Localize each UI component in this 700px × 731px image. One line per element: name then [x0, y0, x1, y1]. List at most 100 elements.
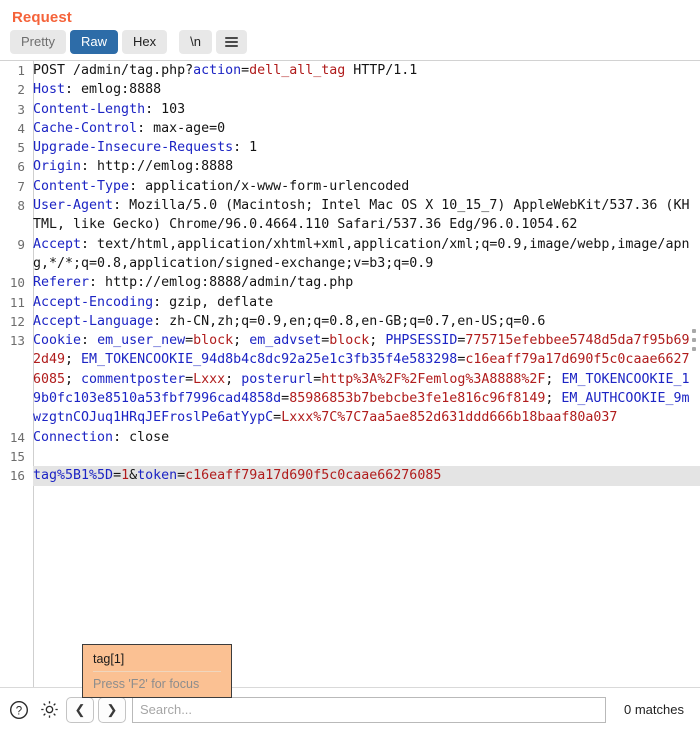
code-token: : http://emlog:8888/admin/tag.php: [89, 275, 354, 291]
code-line: 2 Host: emlog:8888: [0, 80, 700, 99]
code-token: =: [185, 333, 194, 349]
code-token: Upgrade-Insecure-Requests: [33, 140, 234, 156]
tooltip-divider: [93, 671, 221, 672]
code-token: ;: [65, 371, 82, 387]
line-number: 14: [9, 429, 25, 445]
tooltip-title: tag[1]: [93, 652, 125, 666]
code-line: 3 Content-Length: 103: [0, 100, 700, 119]
line-content[interactable]: Accept-Encoding: gzip, deflate: [33, 293, 700, 312]
line-number: 7: [17, 178, 25, 194]
code-token: 85986853b7bebcbe3fe1e816c96f8149: [289, 391, 546, 407]
code-token: POST /admin/tag.php?: [33, 63, 194, 78]
settings-button[interactable]: [36, 697, 62, 723]
code-token: : 1: [233, 140, 258, 156]
line-number: 12: [9, 313, 25, 329]
code-token: : Mozilla/5.0 (Macintosh; Intel Mac OS X…: [33, 198, 690, 233]
code-line: 5 Upgrade-Insecure-Requests: 1: [0, 138, 700, 157]
line-content[interactable]: tag%5B1%5D=1&token=c16eaff79a17d690f5c0c…: [33, 466, 700, 486]
parameter-tooltip: tag[1] Press 'F2' for focus: [82, 644, 232, 698]
line-content[interactable]: Content-Length: 103: [33, 100, 700, 119]
tab-menu-button[interactable]: [215, 30, 247, 54]
gear-icon: [40, 701, 58, 718]
code-token: em_advset: [249, 333, 322, 349]
line-content[interactable]: Connection: close: [33, 428, 700, 447]
code-token: Accept-Language: [33, 313, 154, 329]
code-token: Content-Length: [33, 101, 146, 117]
code-line: 11 Accept-Encoding: gzip, deflate: [0, 293, 700, 312]
code-token: =: [177, 468, 186, 484]
code-token: Cookie: [33, 333, 82, 349]
line-content[interactable]: [33, 447, 700, 466]
code-token: c16eaff79a17d690f5c0caae66276085: [185, 468, 442, 484]
code-line: 10 Referer: http://emlog:8888/admin/tag.p…: [0, 273, 700, 292]
tab-raw[interactable]: Raw: [69, 30, 118, 54]
line-content[interactable]: Cache-Control: max-age=0: [33, 119, 700, 138]
line-content[interactable]: Cookie: em_user_new=block; em_advset=blo…: [33, 331, 700, 427]
code-token: ;: [545, 371, 562, 387]
code-token: : text/html,application/xhtml+xml,applic…: [33, 236, 690, 271]
line-number: 15: [9, 448, 25, 464]
question-circle-icon: ?: [9, 700, 29, 719]
search-prev-button[interactable]: ❮: [66, 696, 94, 723]
code-line: 7 Content-Type: application/x-www-form-ur…: [0, 177, 700, 196]
code-token: 1: [121, 468, 130, 484]
line-number: 10: [9, 275, 25, 291]
code-token: : zh-CN,zh;q=0.9,en;q=0.8,en-GB;q=0.7,en…: [153, 313, 546, 329]
line-number: 4: [17, 120, 25, 136]
line-number: 5: [17, 140, 25, 156]
line-content[interactable]: Accept-Language: zh-CN,zh;q=0.9,en;q=0.8…: [33, 312, 700, 331]
view-mode-tabs: Pretty Raw Hex \n: [0, 26, 700, 60]
tab-newline-toggle[interactable]: \n: [179, 30, 212, 54]
code-token: Origin: [33, 159, 82, 175]
code-line: 9 Accept: text/html,application/xhtml+xml…: [0, 235, 700, 274]
line-content[interactable]: Origin: http://emlog:8888: [33, 157, 700, 176]
line-content[interactable]: POST /admin/tag.php?action=dell_all_tag …: [33, 61, 700, 80]
code-token: em_user_new: [97, 333, 186, 349]
code-line: 14 Connection: close: [0, 428, 700, 447]
tab-hex[interactable]: Hex: [121, 30, 168, 54]
code-line: 6 Origin: http://emlog:8888: [0, 157, 700, 176]
code-token: token: [137, 468, 178, 484]
line-content[interactable]: Referer: http://emlog:8888/admin/tag.php: [33, 273, 700, 292]
code-token: Lxxx: [193, 371, 226, 387]
code-token: EM_TOKENCOOKIE_94d8b4c8dc92a25e1c3fb35f4…: [81, 352, 458, 368]
request-panel: Request Pretty Raw Hex \n 1 POST /admin/t…: [0, 0, 700, 731]
code-token: =: [241, 63, 250, 78]
help-button[interactable]: ?: [6, 697, 32, 723]
code-token: Content-Type: [33, 178, 130, 194]
line-number: 8: [17, 198, 25, 214]
line-number: 13: [9, 333, 25, 349]
code-line: 16 tag%5B1%5D=1&token=c16eaff79a17d690f5c…: [0, 466, 700, 486]
line-content[interactable]: Content-Type: application/x-www-form-url…: [33, 177, 700, 196]
code-token: : 103: [145, 101, 186, 117]
search-next-button[interactable]: ❯: [98, 696, 126, 723]
code-line: 12 Accept-Language: zh-CN,zh;q=0.9,en;q=0…: [0, 312, 700, 331]
request-code-area[interactable]: 1 POST /admin/tag.php?action=dell_all_tag…: [0, 61, 700, 687]
code-token: HTTP/1.1: [345, 63, 418, 78]
code-token: Accept-Encoding: [33, 294, 154, 310]
tab-pretty[interactable]: Pretty: [10, 30, 66, 54]
code-token: Connection: [33, 429, 114, 445]
line-content[interactable]: Host: emlog:8888: [33, 80, 700, 99]
code-token: :: [81, 333, 98, 349]
panel-drag-handle-icon[interactable]: [692, 329, 696, 351]
match-count-label: 0 matches: [624, 702, 684, 717]
menu-icon: [224, 36, 238, 47]
line-number: 2: [17, 82, 25, 98]
code-line: 15: [0, 447, 700, 466]
line-number: 16: [9, 468, 25, 484]
code-token: http%3A%2F%2Femlog%3A8888%2F: [321, 371, 546, 387]
code-token: dell_all_tag: [249, 63, 346, 78]
line-number: 9: [17, 236, 25, 252]
line-content[interactable]: Accept: text/html,application/xhtml+xml,…: [33, 235, 700, 274]
line-content[interactable]: Upgrade-Insecure-Requests: 1: [33, 138, 700, 157]
code-token: posterurl: [241, 371, 314, 387]
tooltip-hint: Press 'F2' for focus: [93, 677, 200, 691]
search-input[interactable]: [132, 696, 607, 723]
request-editor[interactable]: 1 POST /admin/tag.php?action=dell_all_tag…: [0, 60, 700, 687]
line-content[interactable]: User-Agent: Mozilla/5.0 (Macintosh; Inte…: [33, 196, 700, 235]
code-token: Accept: [33, 236, 82, 252]
code-token: : emlog:8888: [65, 82, 162, 98]
code-token: =: [185, 371, 194, 387]
code-token: Cache-Control: [33, 120, 138, 136]
